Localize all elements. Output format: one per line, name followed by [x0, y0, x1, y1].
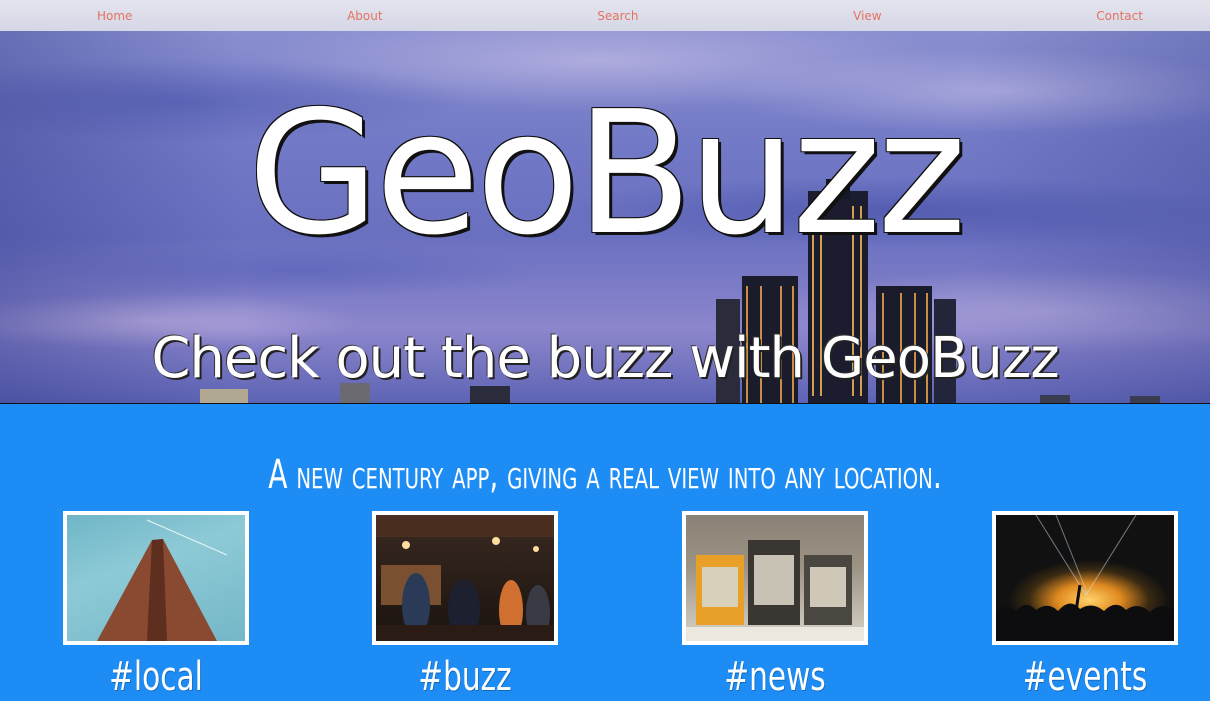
hero-divider — [0, 403, 1210, 404]
tagline: A new century app, giving a real view in… — [268, 452, 942, 498]
skyscraper-photo[interactable] — [67, 515, 245, 641]
hero-banner: GeoBuzz Check out the buzz with GeoBuzz — [0, 31, 1210, 404]
card-news[interactable]: #news — [682, 511, 868, 697]
nav-about-link[interactable]: About — [347, 9, 382, 23]
nav-home-link[interactable]: Home — [97, 9, 132, 23]
hero-subtitle: Check out the buzz with GeoBuzz — [151, 326, 1059, 391]
concert-crowd-photo[interactable] — [996, 515, 1174, 641]
bar-illustration — [376, 515, 554, 641]
card-events-label[interactable]: #events — [1016, 657, 1154, 697]
card-events[interactable]: #events — [992, 511, 1178, 697]
nav-search-link[interactable]: Search — [597, 9, 638, 23]
nav-contact-link[interactable]: Contact — [1096, 9, 1143, 23]
card-buzz-frame — [372, 511, 558, 645]
nav-view-link[interactable]: View — [853, 9, 881, 23]
card-events-frame — [992, 511, 1178, 645]
card-buzz-label[interactable]: #buzz — [396, 657, 534, 697]
card-news-frame — [682, 511, 868, 645]
crowded-bar-photo[interactable] — [376, 515, 554, 641]
concert-illustration — [996, 515, 1174, 641]
skyscraper-illustration — [97, 519, 228, 641]
hero-title: GeoBuzz — [247, 75, 966, 273]
card-local-label[interactable]: #local — [87, 657, 225, 697]
newspaper-boxes-photo[interactable] — [686, 515, 864, 641]
card-local-frame — [63, 511, 249, 645]
top-nav: Home About Search View Contact — [0, 0, 1210, 31]
newspaper-boxes-illustration — [686, 540, 864, 641]
card-news-label[interactable]: #news — [706, 657, 844, 697]
card-local[interactable]: #local — [63, 511, 249, 697]
card-buzz[interactable]: #buzz — [372, 511, 558, 697]
